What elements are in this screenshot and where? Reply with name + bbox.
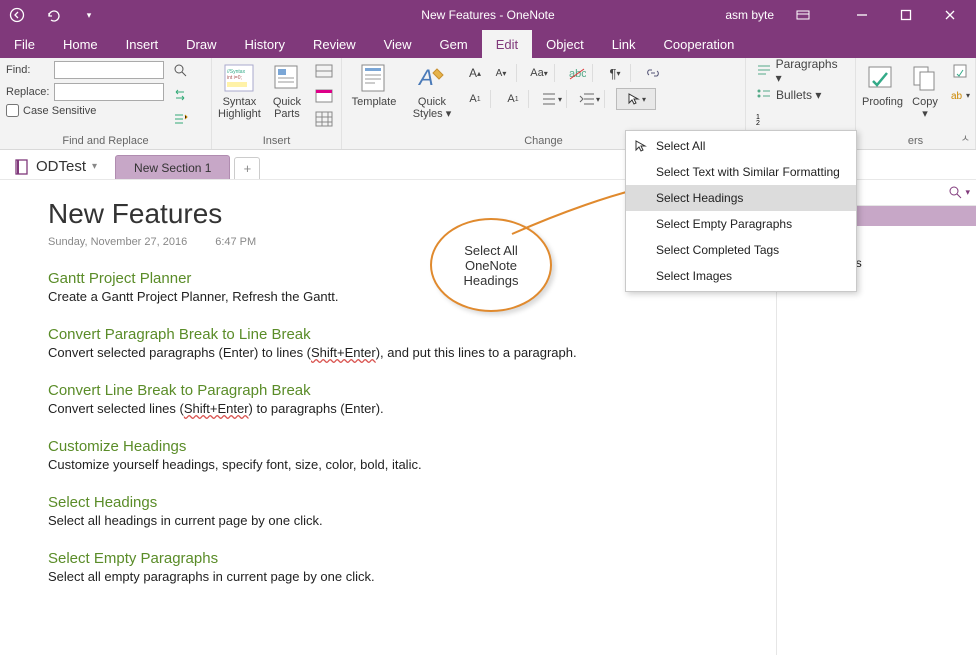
section-tab[interactable]: New Section 1 <box>115 155 230 179</box>
numbering-menu-truncated: 12 <box>752 108 776 130</box>
back-button[interactable] <box>6 4 28 26</box>
tab-link[interactable]: Link <box>598 30 650 58</box>
copy-icon <box>909 62 941 94</box>
subscript-icon[interactable]: A1 <box>464 88 486 110</box>
replace-label: Replace: <box>6 86 50 98</box>
paragraph[interactable]: Select all headings in current page by o… <box>48 513 776 528</box>
insert-table-icon[interactable] <box>313 108 335 130</box>
tab-cooperation[interactable]: Cooperation <box>650 30 749 58</box>
toggle-case-icon[interactable]: Aa▾ <box>528 62 550 84</box>
tab-review[interactable]: Review <box>299 30 370 58</box>
increase-font-icon[interactable]: A▴ <box>464 62 486 84</box>
replace-all-icon[interactable] <box>170 108 192 130</box>
heading[interactable]: Customize Headings <box>48 438 776 455</box>
tab-file[interactable]: File <box>0 30 49 58</box>
quick-parts-icon <box>271 62 303 94</box>
indent-icon[interactable]: ▾ <box>578 88 600 110</box>
select-menu-item[interactable]: Select Headings <box>626 185 856 211</box>
paragraph[interactable]: Customize yourself headings, specify fon… <box>48 457 776 472</box>
group-ers-truncated: ers <box>862 135 969 149</box>
tab-view[interactable]: View <box>370 30 426 58</box>
notebook-selector[interactable]: ODTest ▾ <box>14 158 97 179</box>
quick-parts-button[interactable]: Quick Parts <box>267 60 307 120</box>
qat-customize[interactable]: ▾ <box>78 4 100 26</box>
case-sensitive-checkbox[interactable] <box>6 104 19 117</box>
heading[interactable]: Select Empty Paragraphs <box>48 550 776 567</box>
svg-text:A: A <box>417 65 434 90</box>
group-insert: Insert <box>218 135 335 149</box>
paragraph[interactable]: Convert selected lines (Shift+Enter) to … <box>48 401 776 416</box>
quick-styles-icon: A <box>416 62 448 94</box>
tab-draw[interactable]: Draw <box>172 30 230 58</box>
syntax-icon: //Syntaxint i=0; <box>223 62 255 94</box>
copy-button[interactable]: Copy ▾ <box>909 60 941 120</box>
insert-horizontal-line-icon[interactable] <box>313 60 335 82</box>
group-find-replace: Find and Replace <box>6 135 205 149</box>
proofing-button[interactable]: Proofing <box>862 60 903 108</box>
select-menu-item[interactable]: Select Empty Paragraphs <box>626 211 856 237</box>
proofing-icon <box>866 62 898 94</box>
tab-history[interactable]: History <box>231 30 299 58</box>
cursor-icon <box>632 138 648 154</box>
paragraph[interactable]: Select all empty paragraphs in current p… <box>48 569 776 584</box>
paragraph[interactable]: Convert selected paragraphs (Enter) to l… <box>48 345 776 360</box>
callout-annotation: Select All OneNote Headings <box>430 218 552 312</box>
select-menu-item[interactable]: Select All <box>626 133 856 159</box>
tab-gem[interactable]: Gem <box>426 30 482 58</box>
superscript-icon[interactable]: A1 <box>502 88 524 110</box>
heading[interactable]: Select Headings <box>48 494 776 511</box>
tab-insert[interactable]: Insert <box>112 30 173 58</box>
heading[interactable]: Convert Paragraph Break to Line Break <box>48 326 776 343</box>
window-title: New Features - OneNote <box>421 8 554 22</box>
paragraphs-menu[interactable]: Paragraphs ▾ <box>752 60 849 82</box>
paragraphs-icon <box>756 63 772 79</box>
decrease-font-icon[interactable]: A▾ <box>490 62 512 84</box>
select-menu: Select AllSelect Text with Similar Forma… <box>625 130 857 292</box>
bullets-icon <box>756 87 772 103</box>
undo-button[interactable] <box>42 4 64 26</box>
bullets-menu[interactable]: Bullets ▾ <box>752 84 825 106</box>
highlight-extra-icon[interactable]: ab▾ <box>949 84 971 106</box>
find-next-icon[interactable] <box>170 60 192 82</box>
quick-styles-button[interactable]: A Quick Styles ▾ <box>406 60 458 120</box>
replace-one-icon[interactable] <box>170 84 192 106</box>
svg-text:2: 2 <box>756 120 760 127</box>
case-sensitive-label: Case Sensitive <box>23 105 96 117</box>
tab-home[interactable]: Home <box>49 30 112 58</box>
add-section-button[interactable]: + <box>234 157 260 179</box>
template-button[interactable]: Template <box>348 60 400 108</box>
select-menu-item[interactable]: Select Text with Similar Formatting <box>626 159 856 185</box>
svg-text:int i=0;: int i=0; <box>227 75 242 81</box>
select-dropdown-button[interactable]: ▾ <box>616 88 656 110</box>
search-icon <box>949 186 963 200</box>
maximize-button[interactable] <box>886 3 926 27</box>
collapse-ribbon-icon[interactable]: ㅅ <box>961 130 970 145</box>
line-spacing-icon[interactable]: ▾ <box>540 88 562 110</box>
template-icon <box>358 62 390 94</box>
syntax-highlight-button[interactable]: //Syntaxint i=0; Syntax Highlight <box>218 60 261 120</box>
insert-date-icon[interactable] <box>313 84 335 106</box>
link-icon[interactable] <box>642 62 664 84</box>
select-menu-item[interactable]: Select Completed Tags <box>626 237 856 263</box>
select-menu-item[interactable]: Select Images <box>626 263 856 289</box>
heading[interactable]: Convert Line Break to Paragraph Break <box>48 382 776 399</box>
find-label: Find: <box>6 64 50 76</box>
notebook-icon <box>14 159 30 175</box>
minimize-button[interactable] <box>842 3 882 27</box>
replace-input[interactable] <box>54 83 164 101</box>
tab-edit[interactable]: Edit <box>482 30 532 58</box>
tab-object[interactable]: Object <box>532 30 598 58</box>
clipboard-extra-icon[interactable] <box>949 60 971 82</box>
close-button[interactable] <box>930 3 970 27</box>
user-label[interactable]: asm byte <box>725 8 774 22</box>
ribbon-tabs: FileHomeInsertDrawHistoryReviewViewGemEd… <box>0 30 976 58</box>
title-bar: ▾ New Features - OneNote asm byte <box>0 0 976 30</box>
clear-formatting-icon[interactable]: abc <box>566 62 588 84</box>
ribbon-options-icon[interactable] <box>792 4 814 26</box>
find-input[interactable] <box>54 61 164 79</box>
pilcrow-icon[interactable]: ¶▾ <box>604 62 626 84</box>
svg-text:ab: ab <box>951 91 963 102</box>
